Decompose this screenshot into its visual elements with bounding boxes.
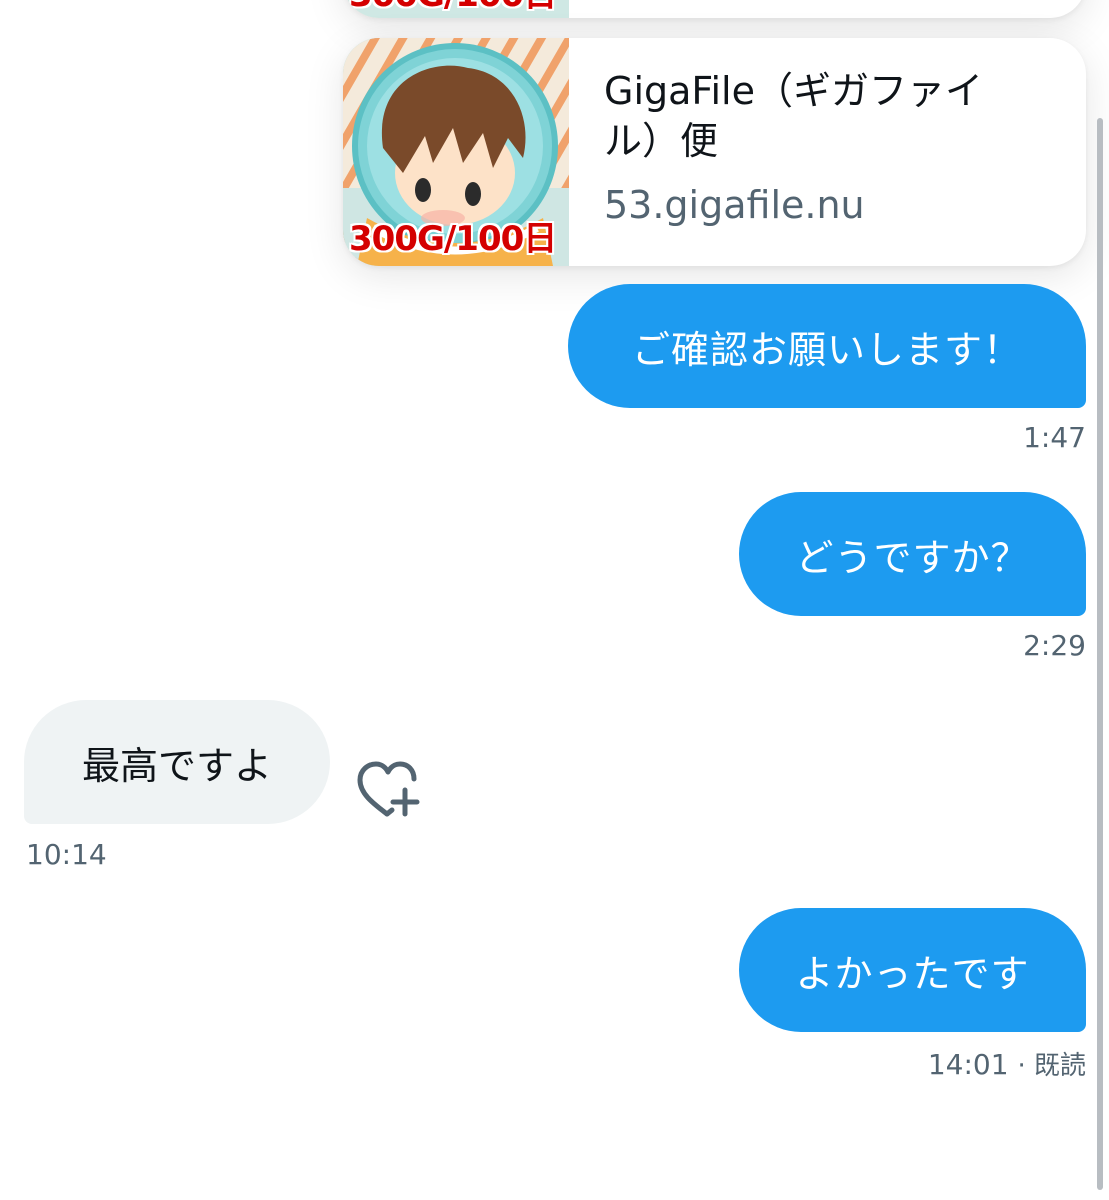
previous-thumbnail-badge: 300G/100日 — [349, 0, 557, 16]
heart-plus-icon[interactable] — [354, 760, 424, 822]
link-preview-card[interactable]: 300G/100日 GigaFile（ギガファイル）便 53.gigafile.… — [343, 38, 1086, 266]
message-text: 最高ですよ — [81, 743, 272, 788]
message-meta: 14:01 · 既読 — [928, 1045, 1086, 1082]
read-receipt: · 既読 — [1017, 1051, 1086, 1081]
scrollbar[interactable] — [1097, 118, 1103, 1190]
message-bubble-outgoing[interactable]: ご確認お願いします！ — [568, 284, 1086, 408]
message-bubble-incoming[interactable]: 最高ですよ — [24, 700, 330, 824]
message-timestamp: 14:01 — [927, 1048, 1009, 1081]
message-timestamp: 1:47 — [1023, 421, 1086, 454]
message-bubble-outgoing[interactable]: どうですか？ — [739, 492, 1086, 616]
previous-link-thumbnail: 300G/100日 — [343, 0, 569, 18]
link-title: GigaFile（ギガファイル）便 — [604, 69, 983, 163]
message-bubble-outgoing[interactable]: よかったです — [739, 908, 1086, 1032]
previous-link-card[interactable]: 300G/100日 — [343, 0, 1086, 18]
thumbnail-badge: 300G/100日 — [349, 219, 557, 259]
link-thumbnail: 300G/100日 — [343, 38, 569, 266]
message-timestamp: 10:14 — [26, 838, 107, 871]
message-text: どうですか？ — [795, 535, 1030, 580]
link-domain: 53.gigafile.nu — [604, 183, 865, 227]
message-text: よかったです — [795, 951, 1030, 996]
message-text: ご確認お願いします！ — [631, 327, 1022, 372]
message-timestamp: 2:29 — [1023, 629, 1086, 662]
